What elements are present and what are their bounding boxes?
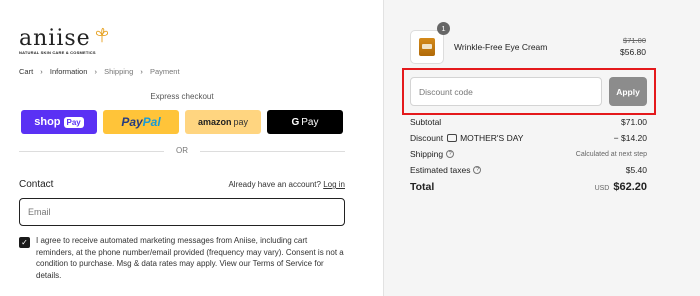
consent-checkbox[interactable]: ✓ (19, 237, 30, 248)
chevron-right-icon: › (140, 67, 143, 76)
login-link[interactable]: Log in (323, 180, 345, 189)
taxes-value: $5.40 (625, 165, 647, 175)
discount-value: − $14.20 (613, 133, 647, 143)
shipping-label: Shipping (410, 149, 444, 159)
shop-pay-button[interactable]: shop Pay (21, 110, 97, 134)
quantity-badge: 1 (437, 22, 450, 35)
shop-pay-pill: Pay (63, 116, 84, 128)
taxes-row: Estimated taxes? $5.40 (410, 165, 647, 175)
tag-icon (447, 133, 458, 142)
google-pay-button[interactable]: G Pay (267, 110, 343, 134)
discount-row: Discount MOTHER'S DAY − $14.20 (410, 133, 647, 143)
google-g-icon: G (291, 116, 300, 128)
amazon-pay-label-part1: amazon (197, 117, 232, 127)
total-row: Total USD $62.20 (410, 181, 647, 193)
discount-label: Discount (410, 133, 444, 143)
express-checkout-title: Express checkout (150, 92, 214, 101)
shipping-row: Shipping? Calculated at next step (410, 149, 647, 159)
apply-button[interactable]: Apply (609, 77, 647, 106)
or-divider: OR (19, 146, 345, 156)
paypal-label-part2: Pal (142, 115, 161, 129)
taxes-label: Estimated taxes (410, 165, 471, 175)
subtotal-label: Subtotal (410, 117, 442, 127)
or-label: OR (168, 146, 196, 155)
flower-icon (96, 27, 108, 43)
brand-logo[interactable]: aniise NATURAL SKIN CARE & COSMETICS (19, 28, 109, 58)
original-price: $71.00 (623, 36, 646, 45)
email-input[interactable]: Email (19, 198, 345, 226)
amazon-pay-button[interactable]: amazon pay (185, 110, 261, 134)
breadcrumb-payment: Payment (149, 67, 180, 76)
subtotal-value: $71.00 (621, 117, 647, 127)
account-prompt-text: Already have an account? (228, 180, 321, 189)
discounted-price: $56.80 (620, 47, 646, 57)
product-name: Wrinkle-Free Eye Cream (454, 42, 548, 52)
breadcrumb: Cart › Information › Shipping › Payment (19, 67, 180, 76)
total-value: $62.20 (613, 181, 647, 193)
checkout-form-column: aniise NATURAL SKIN CARE & COSMETICS Car… (0, 0, 383, 296)
discount-placeholder: Discount code (419, 86, 473, 97)
google-pay-label: Pay (301, 116, 319, 128)
total-label: Total (410, 181, 435, 193)
shipping-value: Calculated at next step (575, 150, 647, 158)
total-currency: USD (594, 185, 610, 192)
consent-text: I agree to receive automated marketing m… (36, 236, 344, 280)
account-prompt: Already have an account? Log in (228, 180, 345, 189)
paypal-button[interactable]: Pay Pal (103, 110, 179, 134)
paypal-label-part1: Pay (121, 115, 143, 129)
brand-name: aniise (19, 26, 91, 51)
order-summary-column: 1 Wrinkle-Free Eye Cream $71.00 $56.80 D… (383, 0, 700, 296)
question-icon[interactable]: ? (446, 149, 455, 158)
chevron-right-icon: › (94, 67, 97, 76)
brand-tagline: NATURAL SKIN CARE & COSMETICS (19, 50, 96, 55)
breadcrumb-cart[interactable]: Cart (19, 67, 33, 76)
product-thumbnail (410, 30, 444, 64)
amazon-pay-label-part2: pay (233, 117, 249, 127)
question-icon[interactable]: ? (473, 165, 482, 174)
breadcrumb-shipping: Shipping (104, 67, 134, 76)
breadcrumb-information: Information (49, 67, 88, 76)
contact-heading: Contact (19, 179, 54, 190)
discount-code-name: MOTHER'S DAY (460, 133, 524, 143)
discount-code-input[interactable]: Discount code (410, 77, 602, 106)
email-placeholder: Email (28, 207, 51, 217)
shop-pay-label: shop (34, 116, 61, 128)
chevron-right-icon: › (40, 67, 43, 76)
product-jar-image (419, 38, 435, 56)
subtotal-row: Subtotal $71.00 (410, 117, 647, 127)
